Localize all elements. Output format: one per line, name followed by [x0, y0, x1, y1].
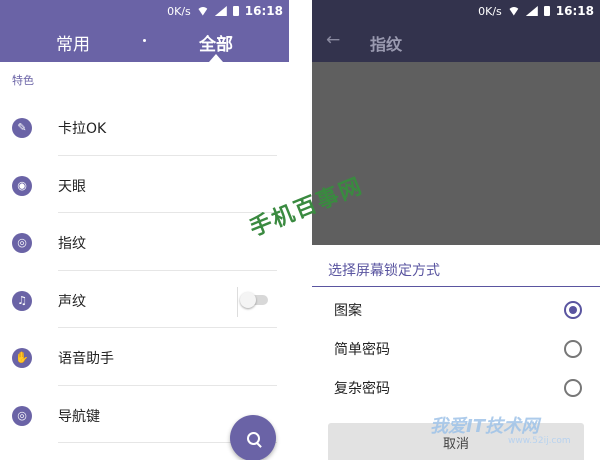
option-label: 图案 — [334, 303, 362, 319]
list-item-label: 导航键 — [58, 408, 100, 425]
app-header: 0K/s 16:18 ← 指纹 — [312, 0, 600, 62]
voice-print-icon: ♫ — [12, 290, 32, 311]
list-item-label: 语音助手 — [58, 351, 114, 367]
feature-list: ✎ 卡拉OK ◉ 天眼 ◎ 指纹 ♫ 声纹 ✋ 语音助手 ◎ 导航键 — [0, 98, 289, 443]
clock: 16:18 — [244, 4, 283, 18]
network-speed: 0K/s — [478, 4, 502, 18]
tab-separator-dot — [143, 39, 146, 42]
watermark-url: www.52ij.com — [508, 436, 571, 446]
clock: 16:18 — [555, 4, 594, 18]
status-bar: 0K/s 16:18 — [0, 0, 289, 22]
dialog-title: 选择屏幕锁定方式 — [328, 263, 440, 279]
list-item-label: 卡拉OK — [58, 121, 107, 137]
battery-icon — [543, 6, 550, 16]
tab-all[interactable]: 全部 — [199, 30, 233, 55]
list-item-label: 声纹 — [58, 293, 86, 310]
voice-print-toggle[interactable] — [240, 291, 268, 308]
wifi-icon — [507, 6, 520, 16]
list-item-voice-assistant[interactable]: ✋ 语音助手 — [0, 328, 289, 386]
search-button[interactable] — [230, 415, 276, 460]
search-icon — [246, 431, 260, 445]
hand-icon: ✋ — [12, 348, 32, 368]
option-pattern[interactable]: 图案 — [312, 291, 600, 329]
status-bar: 0K/s 16:18 — [312, 0, 600, 22]
panel-gap — [289, 0, 312, 460]
eye-icon: ◉ — [12, 175, 32, 196]
watermark-blue: 我爱IT技术网 — [430, 416, 539, 437]
section-header: 特色 — [12, 74, 34, 87]
page-title: 指纹 — [370, 35, 403, 54]
list-item-label: 指纹 — [58, 236, 86, 252]
fingerprint-icon: ◎ — [12, 233, 32, 253]
network-speed: 0K/s — [167, 4, 191, 18]
radio-unselected[interactable] — [564, 340, 582, 358]
radio-selected[interactable] — [564, 301, 582, 319]
app-header: 0K/s 16:18 常用 全部 — [0, 0, 289, 62]
list-item-fingerprint[interactable]: ◎ 指纹 — [0, 213, 289, 271]
signal-icon — [525, 6, 538, 16]
fingerprint-panel: 0K/s 16:18 ← 指纹 选择屏幕锁定方式 图案 简单密码 复杂密码 取消 — [312, 0, 600, 460]
toggle-separator — [237, 286, 238, 317]
tab-bar: 常用 全部 — [0, 22, 289, 62]
active-tab-indicator — [209, 54, 223, 62]
wifi-icon — [196, 6, 209, 16]
option-label: 复杂密码 — [334, 381, 390, 397]
list-item-label: 天眼 — [58, 178, 86, 195]
list-item-karaoke[interactable]: ✎ 卡拉OK — [0, 98, 289, 156]
back-arrow-icon[interactable]: ← — [326, 30, 340, 50]
signal-icon — [214, 6, 227, 16]
nav-key-icon: ◎ — [12, 405, 32, 426]
tab-common[interactable]: 常用 — [56, 30, 90, 55]
radio-unselected[interactable] — [564, 379, 582, 397]
battery-icon — [232, 6, 239, 16]
title-bar: ← 指纹 — [312, 22, 600, 62]
list-item-sky-eye[interactable]: ◉ 天眼 — [0, 156, 289, 213]
pen-icon: ✎ — [12, 118, 32, 138]
list-item-voice-print[interactable]: ♫ 声纹 — [0, 271, 289, 328]
settings-panel: 0K/s 16:18 常用 全部 特色 ✎ 卡拉OK ◉ 天眼 ◎ 指纹 ♫ 声… — [0, 0, 289, 460]
option-label: 简单密码 — [334, 342, 390, 358]
option-simple-password[interactable]: 简单密码 — [312, 330, 600, 368]
toggle-knob — [240, 291, 256, 308]
dialog-title-divider — [312, 286, 600, 287]
option-complex-password[interactable]: 复杂密码 — [312, 369, 600, 407]
